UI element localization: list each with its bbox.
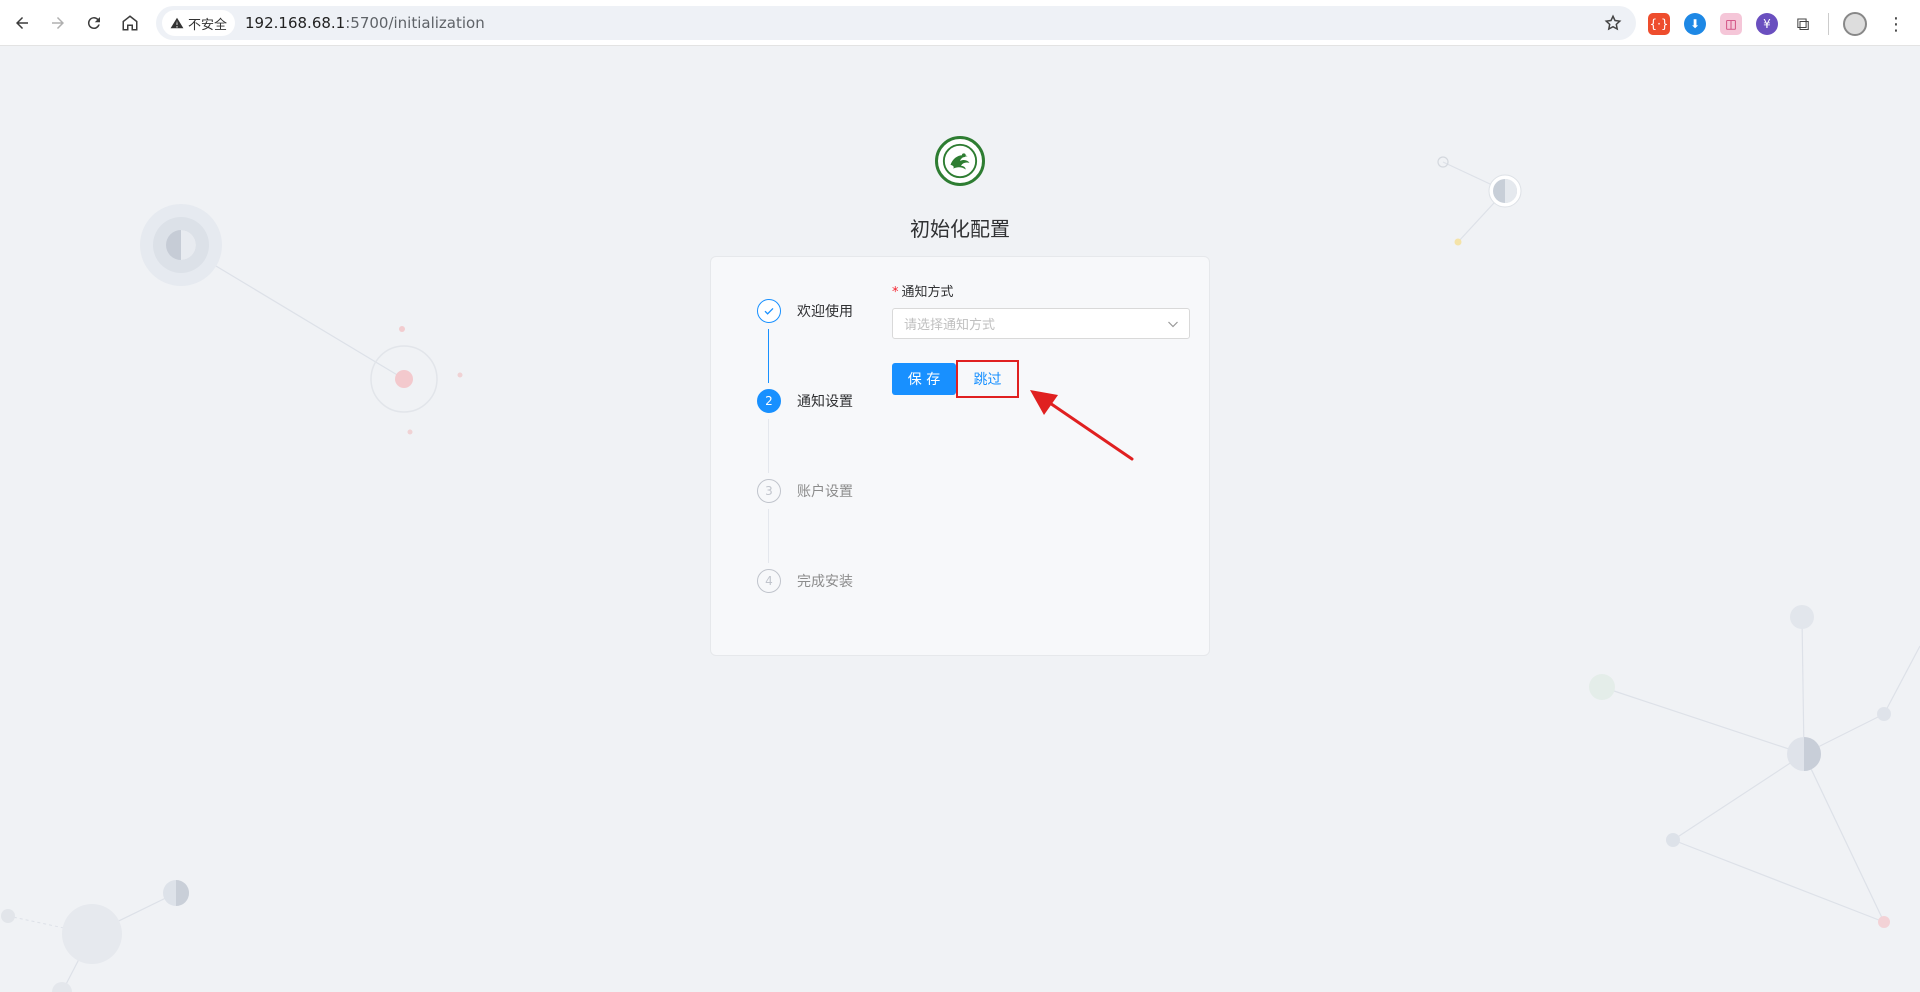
purple-extension-icon[interactable]: ¥ xyxy=(1756,13,1778,35)
security-label: 不安全 xyxy=(188,17,228,33)
home-icon xyxy=(122,14,138,30)
security-chip[interactable]: 不安全 xyxy=(162,10,236,36)
step-connector-done xyxy=(768,329,769,383)
extension-bar: {·} ⬇ ◫ ¥ ⧉ ⋮ xyxy=(1648,12,1905,36)
bilibili-extension-icon[interactable]: ◫ xyxy=(1720,13,1742,35)
skip-button[interactable]: 跳过 xyxy=(956,360,1019,398)
step-finish: 4 完成安装 xyxy=(757,569,853,593)
step-connector xyxy=(768,509,769,563)
save-button[interactable]: 保 存 xyxy=(892,363,956,395)
url-path: :5700/initialization xyxy=(345,14,485,32)
step-label: 欢迎使用 xyxy=(797,304,853,320)
chevron-down-icon xyxy=(1168,321,1178,328)
warning-icon xyxy=(170,17,184,29)
step-number: 3 xyxy=(757,479,781,503)
step-label: 通知设置 xyxy=(797,394,853,410)
required-mark: * xyxy=(892,285,899,300)
step-number: 2 xyxy=(757,389,781,413)
step-connector xyxy=(768,419,769,473)
download-extension-icon[interactable]: ⬇ xyxy=(1684,13,1706,35)
dragon-logo-icon xyxy=(942,143,978,179)
url-host: 192.168.68.1 xyxy=(245,14,346,32)
annotation-arrow-icon xyxy=(1030,390,1134,461)
step-number: 4 xyxy=(757,569,781,593)
forward-button[interactable] xyxy=(40,5,76,41)
notify-method-select[interactable]: 请选择通知方式 xyxy=(892,308,1190,339)
devtools-extension-icon[interactable]: {·} xyxy=(1648,13,1670,35)
step-label: 完成安装 xyxy=(797,574,853,590)
notify-method-label: * 通知方式 xyxy=(892,281,954,300)
reload-button[interactable] xyxy=(76,5,112,41)
bookmark-star-icon[interactable] xyxy=(1604,14,1622,32)
more-menu-icon[interactable]: ⋮ xyxy=(1887,14,1905,35)
home-button[interactable] xyxy=(112,5,148,41)
browser-toolbar: 不安全 192.168.68.1:5700/initialization {·}… xyxy=(0,0,1920,46)
page-title: 初始化配置 xyxy=(910,217,1010,241)
select-placeholder: 请选择通知方式 xyxy=(904,318,996,333)
arrow-left-icon xyxy=(16,16,28,29)
address-bar[interactable]: 不安全 192.168.68.1:5700/initialization xyxy=(156,6,1636,40)
puzzle-icon[interactable]: ⧉ xyxy=(1792,13,1814,35)
app-logo xyxy=(935,136,985,186)
step-label: 账户设置 xyxy=(797,484,853,500)
profile-avatar[interactable] xyxy=(1843,12,1867,36)
step-account: 3 账户设置 xyxy=(757,479,853,503)
reload-icon xyxy=(87,16,100,29)
notify-label-text: 通知方式 xyxy=(901,285,954,300)
step-welcome: 欢迎使用 xyxy=(757,299,853,323)
skip-label: 跳过 xyxy=(973,372,1002,388)
step-notification: 2 通知设置 xyxy=(757,389,853,413)
arrow-right-icon xyxy=(52,16,64,29)
toolbar-divider xyxy=(1828,13,1829,35)
url-text[interactable]: 192.168.68.1:5700/initialization xyxy=(245,14,485,32)
back-button[interactable] xyxy=(4,5,40,41)
step-check-icon xyxy=(757,299,781,323)
